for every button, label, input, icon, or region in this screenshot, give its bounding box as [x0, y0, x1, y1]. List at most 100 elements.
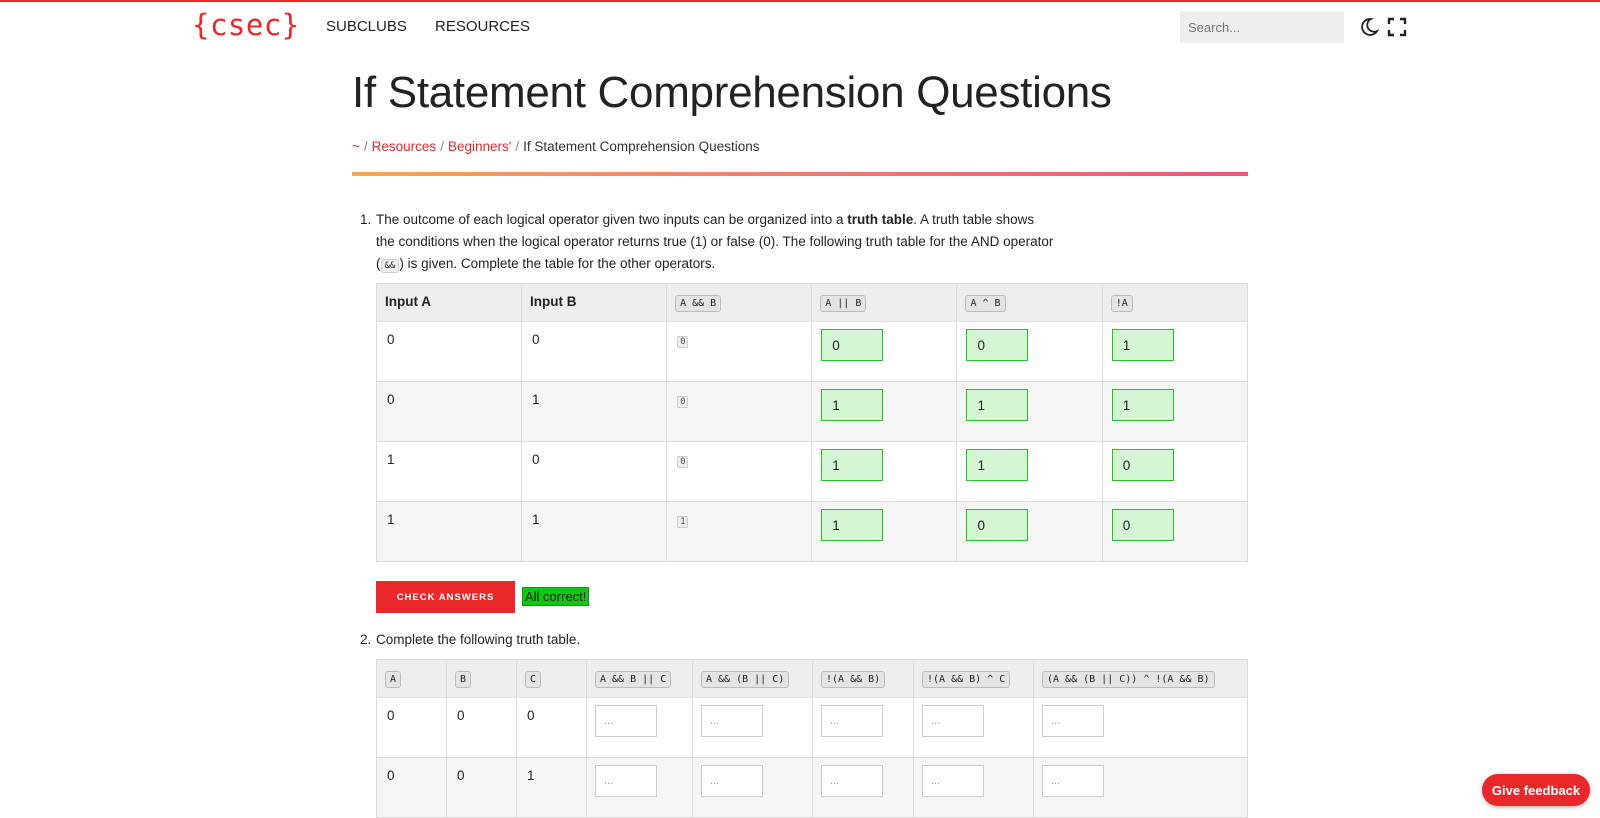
- cell-b: 0: [457, 708, 465, 723]
- question-1-number: 1.: [360, 212, 372, 227]
- cell-input-b: 0: [532, 452, 540, 467]
- header-code: !A: [1110, 295, 1133, 312]
- table-header: B: [446, 659, 517, 698]
- nav-subclubs[interactable]: SUBCLUBS: [326, 18, 407, 35]
- cell-and-value: 0: [677, 456, 689, 468]
- cell-input-b: 0: [532, 332, 540, 347]
- breadcrumb-home[interactable]: ~: [352, 139, 360, 154]
- cell-a: 0: [387, 768, 395, 783]
- q1-text-bold: truth table: [847, 212, 914, 227]
- header-code: !(A && B) ^ C: [922, 671, 1011, 688]
- cell-a: 0: [387, 708, 395, 723]
- cell-input-b: 1: [532, 512, 540, 527]
- answer-input[interactable]: [595, 705, 657, 737]
- answer-not-input[interactable]: [1111, 329, 1174, 361]
- answer-input[interactable]: [1042, 765, 1104, 797]
- cell-and-value: 0: [677, 336, 689, 348]
- table-row: 1 1 1: [375, 501, 1249, 562]
- q1-text-part: ) is given. Complete the table for the o…: [399, 256, 716, 271]
- site-logo[interactable]: {csec}: [192, 8, 300, 42]
- answer-input[interactable]: [701, 705, 763, 737]
- table-header: !(A && B) ^ C: [913, 659, 1034, 698]
- cell-input-a: 1: [387, 452, 395, 467]
- answer-input[interactable]: [821, 705, 883, 737]
- cell-b: 0: [457, 768, 465, 783]
- table-header: !A: [1101, 283, 1249, 322]
- header-label: Input A: [385, 294, 431, 309]
- cell-and-value: 1: [677, 516, 689, 528]
- page-title: If Statement Comprehension Questions: [352, 68, 1112, 117]
- table-row: 0 1 0: [375, 381, 1249, 442]
- header-code: A: [385, 671, 402, 688]
- table-row: 0 0 0: [375, 321, 1249, 382]
- answer-input[interactable]: [922, 765, 984, 797]
- header-code: !(A && B): [821, 671, 886, 688]
- give-feedback-button[interactable]: Give feedback: [1482, 774, 1590, 806]
- top-nav: {csec} SUBCLUBS RESOURCES: [0, 2, 1600, 52]
- table-header: C: [516, 659, 587, 698]
- question-2: 2. Complete the following truth table.: [360, 629, 1060, 651]
- nav-resources[interactable]: RESOURCES: [435, 18, 530, 35]
- table-header: !(A && B): [812, 659, 914, 698]
- cell-input-a: 0: [387, 332, 395, 347]
- search-input[interactable]: [1180, 11, 1344, 43]
- cell-c: 0: [527, 708, 535, 723]
- answer-not-input[interactable]: [1111, 449, 1174, 481]
- header-code: (A && (B || C)) ^ !(A && B): [1042, 671, 1215, 688]
- header-code: A && B: [675, 295, 722, 312]
- truth-table-2: A B C A && B || C A && (B || C) !(A && B…: [376, 659, 1248, 818]
- header-code: A || B: [820, 295, 867, 312]
- answer-or-input[interactable]: [821, 329, 884, 361]
- table-row: 0 0 1: [376, 757, 1248, 818]
- answer-xor-input[interactable]: [966, 389, 1029, 421]
- answer-input[interactable]: [922, 705, 984, 737]
- header-label: Input B: [530, 294, 577, 309]
- answer-or-input[interactable]: [821, 389, 884, 421]
- cell-input-b: 1: [532, 392, 540, 407]
- table-header: Input A: [375, 283, 523, 322]
- answer-input[interactable]: [821, 765, 883, 797]
- answer-xor-input[interactable]: [966, 509, 1029, 541]
- q1-text-part: The outcome of each logical operator giv…: [376, 212, 848, 227]
- header-code: A && (B || C): [701, 671, 790, 688]
- question-2-number: 2.: [360, 632, 372, 647]
- table-row: 0 0 0: [376, 697, 1248, 758]
- answer-or-input[interactable]: [821, 449, 884, 481]
- answer-input[interactable]: [701, 765, 763, 797]
- answer-xor-input[interactable]: [966, 449, 1029, 481]
- table-header: (A && (B || C)) ^ !(A && B): [1033, 659, 1248, 698]
- question-2-text: Complete the following truth table.: [376, 632, 581, 647]
- header-code: C: [525, 671, 542, 688]
- answer-xor-input[interactable]: [966, 329, 1029, 361]
- breadcrumb-resources[interactable]: Resources: [372, 139, 437, 154]
- answer-or-input[interactable]: [821, 509, 884, 541]
- table-header: A && (B || C): [692, 659, 813, 698]
- cell-c: 1: [527, 768, 535, 783]
- moon-icon[interactable]: [1358, 16, 1380, 38]
- table-header: A || B: [811, 283, 958, 322]
- breadcrumb-current: If Statement Comprehension Questions: [523, 139, 760, 154]
- breadcrumb-beginners[interactable]: Beginners': [448, 139, 511, 154]
- q1-inline-code: &&: [380, 259, 400, 273]
- fullscreen-icon[interactable]: [1386, 16, 1408, 38]
- cell-input-a: 0: [387, 392, 395, 407]
- title-divider: [352, 172, 1248, 176]
- table-row: 1 0 0: [375, 441, 1249, 502]
- answer-input[interactable]: [595, 765, 657, 797]
- header-code: A ^ B: [965, 295, 1006, 312]
- table-header: A ^ B: [956, 283, 1103, 322]
- truth-table-1: Input A Input B A && B A || B A ^ B !A 0…: [375, 283, 1249, 562]
- answer-input[interactable]: [1042, 705, 1104, 737]
- table-header: Input B: [521, 283, 668, 322]
- breadcrumb: ~ / Resources / Beginners' / If Statement Comp…: [352, 139, 760, 154]
- check-answers-button[interactable]: CHECK ANSWERS: [376, 581, 515, 613]
- answer-not-input[interactable]: [1111, 509, 1174, 541]
- cell-and-value: 0: [677, 396, 689, 408]
- result-message: All correct!: [522, 587, 590, 606]
- table-header: A && B || C: [586, 659, 693, 698]
- question-1: 1. The outcome of each logical operator …: [360, 209, 1060, 275]
- header-code: B: [455, 671, 472, 688]
- question-1-text: The outcome of each logical operator giv…: [376, 209, 1056, 277]
- answer-not-input[interactable]: [1111, 389, 1174, 421]
- header-code: A && B || C: [595, 671, 672, 688]
